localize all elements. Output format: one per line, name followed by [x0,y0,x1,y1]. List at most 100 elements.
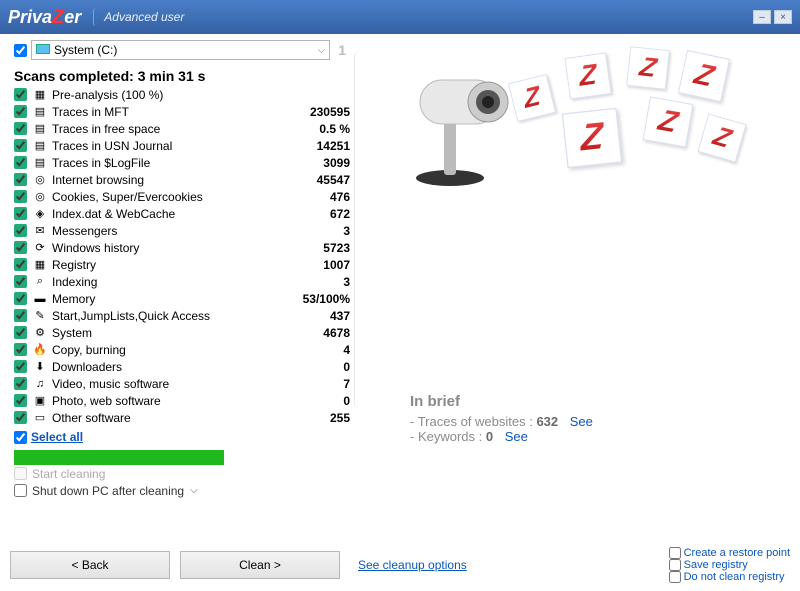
scan-value: 4 [280,343,350,357]
scan-label: Messengers [52,224,280,238]
scan-checkbox[interactable] [14,377,27,390]
scan-label: Traces in free space [52,122,280,136]
scan-checkbox[interactable] [14,207,27,220]
scan-value: 3099 [280,156,350,170]
scan-icon: ▤ [32,156,48,170]
scan-row: ⬇ Downloaders0 [14,358,350,375]
scan-checkbox[interactable] [14,394,27,407]
scan-row: ◎Cookies, Super/Evercookies476 [14,188,350,205]
scan-label: Photo, web software [52,394,280,408]
close-button[interactable]: × [774,10,792,24]
scan-row: ▤Traces in MFT230595 [14,103,350,120]
scan-label: Other software [52,411,280,425]
scan-label: Indexing [52,275,280,289]
scan-value: 0.5 % [280,122,350,136]
scan-row: ▬ Memory53/100% [14,290,350,307]
brief-see-websites[interactable]: See [570,414,593,429]
scan-value: 437 [280,309,350,323]
drive-icon [36,44,50,54]
scan-row: ▭Other software255 [14,409,350,426]
minimize-button[interactable]: – [753,10,771,24]
scan-label: Downloaders [52,360,280,374]
scan-checkbox[interactable] [14,190,27,203]
scan-value: 3 [280,224,350,238]
scan-row: ♫Video, music software7 [14,375,350,392]
scan-row: 🔥Copy, burning4 [14,341,350,358]
brief-panel: In brief - Traces of websites : 632 See … [410,393,790,444]
scan-icon: ▦ [32,88,48,102]
scan-checkbox[interactable] [14,360,27,373]
scan-checkbox[interactable] [14,275,27,288]
scan-icon: ♫ [32,377,48,391]
z-tiles: Z Z Z Z Z Z Z [510,46,760,206]
drive-checkbox[interactable] [14,44,27,57]
select-all-link[interactable]: Select all [31,430,83,444]
scan-checkbox[interactable] [14,241,27,254]
scan-value: 672 [280,207,350,221]
scan-checkbox[interactable] [14,139,27,152]
titlebar: PrivaZer Advanced user – × [0,0,800,34]
clean-button[interactable]: Clean > [180,551,340,579]
scan-row: ▤ Traces in free space0.5 % [14,120,350,137]
brief-see-keywords[interactable]: See [505,429,528,444]
scan-value: 4678 [280,326,350,340]
brief-title: In brief [410,393,790,410]
back-button[interactable]: < Back [10,551,170,579]
shutdown-checkbox[interactable] [14,484,27,497]
scan-checkbox[interactable] [14,122,27,135]
scan-label: Cookies, Super/Evercookies [52,190,280,204]
scan-label: Internet browsing [52,173,280,187]
scan-icon: ◎ [32,190,48,204]
scan-label: Traces in USN Journal [52,139,280,153]
scan-checkbox[interactable] [14,156,27,169]
scan-row: ▤ Traces in USN Journal14251 [14,137,350,154]
scan-value: 53/100% [280,292,350,306]
scan-value: 3 [280,275,350,289]
scan-icon: ⚙ [32,326,48,340]
chevron-down-icon: ⌵ [318,45,326,56]
scan-icon: ▦ [32,258,48,272]
scan-checkbox[interactable] [14,258,27,271]
drive-select[interactable]: System (C:) ⌵ [31,40,330,60]
scan-checkbox[interactable] [14,326,27,339]
scan-label: Windows history [52,241,280,255]
scan-icon: ▤ [32,139,48,153]
see-cleanup-link[interactable]: See cleanup options [358,558,467,572]
divider [354,50,368,409]
scan-checkbox[interactable] [14,105,27,118]
scan-row: ⟳Windows history5723 [14,239,350,256]
opt-restore[interactable]: Create a restore point [669,547,790,559]
scan-checkbox[interactable] [14,309,27,322]
scan-value: 14251 [280,139,350,153]
progress-bar [14,450,224,465]
scan-checkbox[interactable] [14,224,27,237]
scan-icon: ▤ [32,122,48,136]
scan-label: Index.dat & WebCache [52,207,280,221]
scan-icon: ▤ [32,105,48,119]
opt-savereg[interactable]: Save registry [669,559,790,571]
scan-value: 5723 [280,241,350,255]
scan-label: System [52,326,280,340]
scan-label: Start,JumpLists,Quick Access [52,309,280,323]
scan-icon: ⬇ [32,360,48,374]
scan-checkbox[interactable] [14,173,27,186]
scan-label: Memory [52,292,280,306]
scan-checkbox[interactable] [14,292,27,305]
scan-checkbox[interactable] [14,88,27,101]
scan-label: Pre-analysis (100 %) [52,88,280,102]
scan-icon: ▬ [32,292,48,306]
select-all-checkbox[interactable] [14,431,27,444]
scan-checkbox[interactable] [14,411,27,424]
scan-row: ▣Photo, web software0 [14,392,350,409]
chevron-down-icon[interactable]: ⌵ [190,485,198,496]
drive-label: System (C:) [54,43,117,57]
scan-label: Copy, burning [52,343,280,357]
opt-dontclean[interactable]: Do not clean registry [669,571,790,583]
scan-icon: ✎ [32,309,48,323]
scan-value: 1007 [280,258,350,272]
scan-value: 230595 [280,105,350,119]
scan-row: ⚙ System4678 [14,324,350,341]
scan-value: 0 [280,360,350,374]
scan-icon: ◈ [32,207,48,221]
scan-checkbox[interactable] [14,343,27,356]
